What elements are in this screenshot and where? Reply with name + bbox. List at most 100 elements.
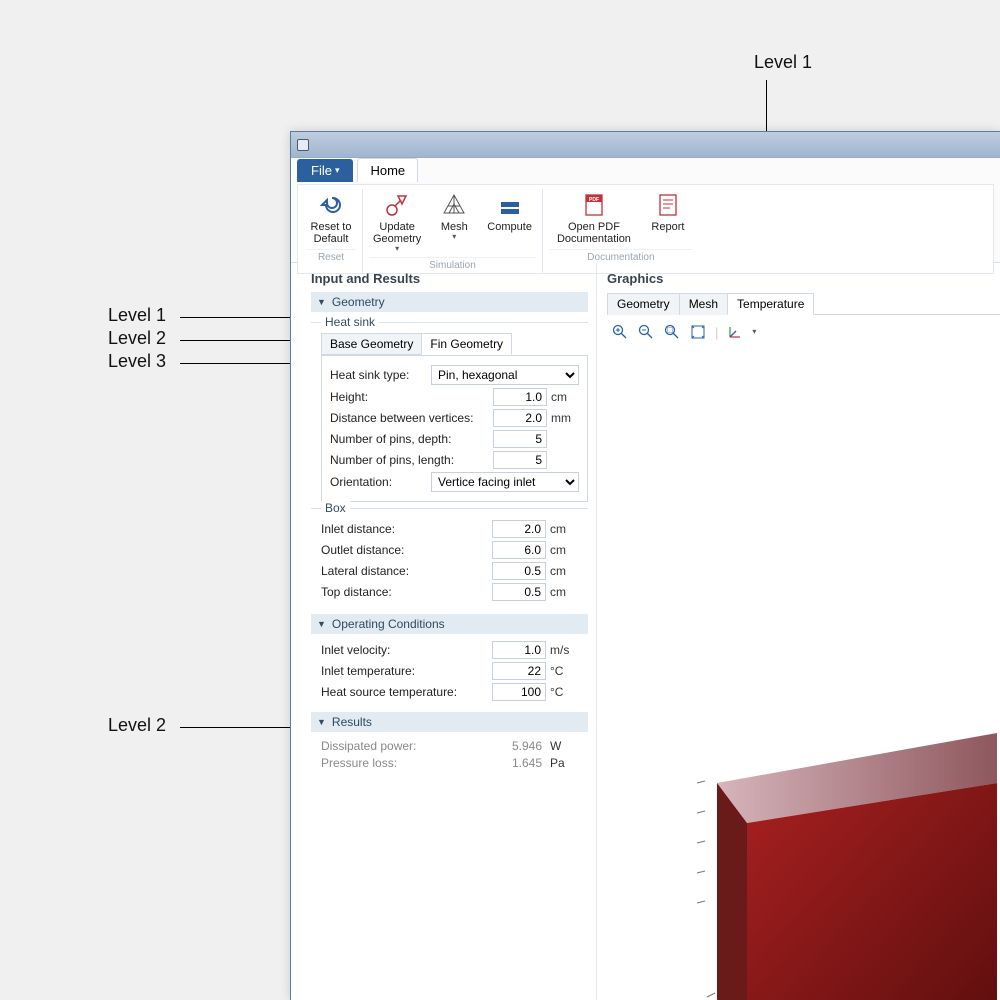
group-heat-sink: Heat sink Base Geometry Fin Geometry Hea…	[311, 322, 588, 502]
fin-geometry-body: Heat sink type: Pin, hexagonal Height: c…	[321, 355, 588, 502]
open-pdf-button[interactable]: PDF Open PDF Documentation	[549, 189, 639, 247]
top-distance-unit: cm	[550, 585, 578, 599]
titlebar	[291, 132, 1000, 158]
ribbon-tab-home[interactable]: Home	[357, 158, 418, 182]
inlet-temperature-input[interactable]	[492, 662, 546, 680]
pdf-icon: PDF	[580, 191, 608, 219]
heat-source-temp-label: Heat source temperature:	[321, 685, 492, 699]
section-geometry: ▼ Geometry Heat sink Base Geometry Fin G…	[311, 292, 588, 608]
section-header-opcond[interactable]: ▼ Operating Conditions	[311, 614, 588, 634]
height-input[interactable]	[493, 388, 547, 406]
annot-level1-top: Level 1	[754, 52, 812, 73]
outlet-distance-input[interactable]	[492, 541, 546, 559]
chevron-down-icon[interactable]: ▾	[752, 328, 756, 336]
compute-icon	[496, 191, 524, 219]
inlet-distance-label: Inlet distance:	[321, 522, 492, 536]
pressure-loss-value: 1.645	[488, 756, 542, 770]
open-pdf-label: Open PDF Documentation	[557, 221, 631, 245]
dissipated-power-value: 5.946	[488, 739, 542, 753]
gfx-tab-mesh[interactable]: Mesh	[679, 293, 728, 315]
section-header-label: Operating Conditions	[332, 617, 445, 631]
ribbon-group-reset: Reset to Default Reset	[300, 189, 363, 273]
section-header-results[interactable]: ▼ Results	[311, 712, 588, 732]
outlet-distance-unit: cm	[550, 543, 578, 557]
section-header-geometry[interactable]: ▼ Geometry	[311, 292, 588, 312]
group-title-heat-sink: Heat sink	[321, 315, 379, 329]
section-operating-conditions: ▼ Operating Conditions Inlet velocity: m…	[311, 614, 588, 708]
right-pane: Graphics Geometry Mesh Temperature | ▾	[597, 263, 1000, 1000]
inlet-velocity-unit: m/s	[550, 643, 578, 657]
ribbon-group-documentation: PDF Open PDF Documentation Report Docume…	[543, 189, 699, 273]
orientation-label: Orientation:	[330, 475, 431, 489]
reset-to-default-button[interactable]: Reset to Default	[306, 189, 356, 247]
report-button[interactable]: Report	[643, 189, 693, 247]
dbv-unit: mm	[551, 411, 579, 425]
group-box: Box Inlet distance: cm Outlet distance: …	[311, 508, 588, 608]
lateral-distance-unit: cm	[550, 564, 578, 578]
gfx-tab-temperature[interactable]: Temperature	[727, 293, 814, 315]
chevron-down-icon: ▼	[317, 717, 326, 727]
orientation-select[interactable]: Vertice facing inlet	[431, 472, 579, 492]
inlet-velocity-input[interactable]	[492, 641, 546, 659]
tab-base-geometry[interactable]: Base Geometry	[321, 333, 422, 355]
report-icon	[654, 191, 682, 219]
top-distance-input[interactable]	[492, 583, 546, 601]
chevron-down-icon: ▾	[452, 233, 456, 241]
npl-input[interactable]	[493, 451, 547, 469]
reset-label: Reset to Default	[311, 221, 352, 245]
section-results: ▼ Results Dissipated power: 5.946 W Pres…	[311, 712, 588, 777]
dissipated-power-unit: W	[550, 739, 578, 753]
pressure-loss-unit: Pa	[550, 756, 578, 770]
npd-label: Number of pins, depth:	[330, 432, 493, 446]
inlet-temperature-unit: °C	[550, 664, 578, 678]
dbv-input[interactable]	[493, 409, 547, 427]
section-header-label: Results	[332, 715, 372, 729]
compute-label: Compute	[487, 221, 532, 233]
mesh-icon	[440, 191, 468, 219]
npd-input[interactable]	[493, 430, 547, 448]
heat-sink-tabs: Base Geometry Fin Geometry	[321, 333, 588, 355]
npl-label: Number of pins, length:	[330, 453, 493, 467]
graphics-title: Graphics	[607, 271, 1000, 286]
file-menu-button[interactable]: File	[297, 159, 353, 182]
tab-fin-geometry[interactable]: Fin Geometry	[421, 333, 512, 355]
zoom-extents-icon[interactable]	[689, 324, 707, 340]
chevron-down-icon: ▼	[317, 297, 326, 307]
zoom-in-icon[interactable]	[611, 324, 629, 340]
gfx-tab-geometry[interactable]: Geometry	[607, 293, 680, 315]
pressure-loss-label: Pressure loss:	[321, 756, 488, 770]
report-label: Report	[651, 221, 684, 233]
heat-sink-type-select[interactable]: Pin, hexagonal	[431, 365, 579, 385]
dissipated-power-label: Dissipated power:	[321, 739, 488, 753]
mesh-button[interactable]: Mesh ▾	[429, 189, 479, 255]
annot-line	[180, 317, 308, 318]
annot-level1-left: Level 1	[108, 305, 166, 326]
graphics-toolbar: | ▾	[607, 320, 1000, 344]
heat-source-temp-input[interactable]	[492, 683, 546, 701]
lateral-distance-label: Lateral distance:	[321, 564, 492, 578]
graphics-canvas[interactable]	[597, 353, 1000, 1000]
update-geometry-button[interactable]: Update Geometry ▾	[369, 189, 425, 255]
compute-button[interactable]: Compute	[483, 189, 536, 255]
zoom-box-icon[interactable]	[663, 324, 681, 340]
lateral-distance-input[interactable]	[492, 562, 546, 580]
heat-sink-type-label: Heat sink type:	[330, 368, 431, 382]
app-icon	[297, 139, 309, 151]
ribbon-group-simulation: Update Geometry ▾ Mesh ▾ C	[363, 189, 543, 273]
geometry-icon	[383, 191, 411, 219]
heat-source-temp-unit: °C	[550, 685, 578, 699]
annot-level3: Level 3	[108, 351, 166, 372]
annot-level2a: Level 2	[108, 328, 166, 349]
axis-orientation-icon[interactable]	[726, 324, 744, 340]
inlet-velocity-label: Inlet velocity:	[321, 643, 492, 657]
ribbon: File Home Reset to Default Reset	[291, 158, 1000, 263]
zoom-out-icon[interactable]	[637, 324, 655, 340]
inlet-distance-input[interactable]	[492, 520, 546, 538]
update-geom-label: Update Geometry	[373, 221, 421, 245]
section-header-label: Geometry	[332, 295, 385, 309]
height-label: Height:	[330, 390, 493, 404]
chevron-down-icon: ▾	[395, 245, 399, 253]
annot-level2b: Level 2	[108, 715, 166, 736]
inlet-distance-unit: cm	[550, 522, 578, 536]
graphics-tabs: Geometry Mesh Temperature	[607, 292, 1000, 315]
